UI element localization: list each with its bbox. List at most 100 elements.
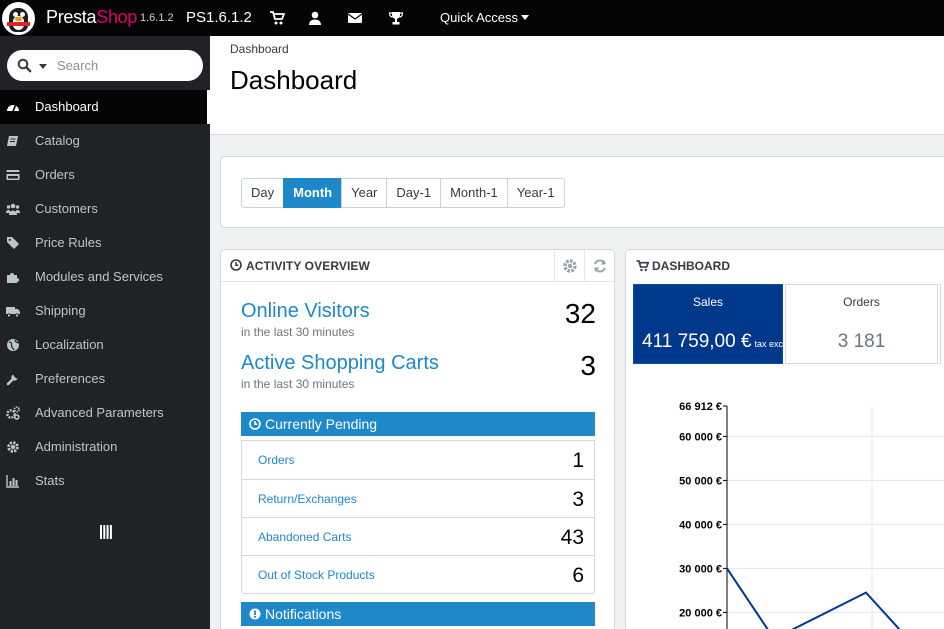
period-prev-month-button[interactable]: Month-1	[440, 178, 508, 208]
period-year-button[interactable]: Year	[341, 178, 388, 208]
activity-overview-panel: ACTIVITY OVERVIEW Online Visitors in the…	[220, 249, 615, 629]
sidebar-item-label: Price Rules	[35, 235, 102, 250]
sidebar-item-shipping[interactable]: Shipping	[0, 294, 210, 328]
panel-title: ACTIVITY OVERVIEW	[246, 259, 370, 273]
sidebar-item-label: Advanced Parameters	[35, 405, 164, 420]
cogs-icon	[6, 406, 20, 420]
y-tick-label: 20 000 €	[679, 607, 722, 619]
sidebar-item-label: Preferences	[35, 371, 106, 386]
panel-header: ACTIVITY OVERVIEW	[221, 250, 614, 282]
shop-name-link[interactable]: PS1.6.1.2	[186, 9, 252, 26]
sidebar-item-localization[interactable]: Localization	[0, 328, 210, 362]
kpi-label: Sales	[692, 295, 724, 309]
configure-button[interactable]	[554, 250, 584, 282]
pending-label[interactable]: Abandoned Carts	[258, 530, 351, 544]
kpi-value: 3 181	[837, 331, 886, 352]
sales-series-line[interactable]	[726, 567, 908, 629]
pending-value: 6	[572, 564, 584, 587]
quick-access-dropdown[interactable]: Quick Access	[440, 10, 530, 25]
panel-tools	[554, 250, 614, 282]
bar-chart-icon	[6, 475, 19, 488]
sidebar-item-modules[interactable]: Modules and Services	[0, 260, 210, 294]
globe-icon	[7, 339, 20, 351]
list-item[interactable]: Abandoned Carts 43	[242, 517, 594, 555]
sales-line-chart: 66 912 € 60 000 € 50 000 € 40 000 € 30 000 €…	[679, 401, 944, 629]
collapse-menu-icon[interactable]	[100, 525, 112, 539]
cart-icon	[636, 260, 649, 272]
sidebar-item-orders[interactable]: Orders	[0, 158, 210, 192]
sidebar-item-catalog[interactable]: Catalog	[0, 124, 210, 158]
sidebar-item-label: Localization	[35, 337, 104, 352]
sidebar-item-administration[interactable]: Administration	[0, 430, 210, 464]
panel-title: DASHBOARD	[652, 259, 730, 273]
sidebar-item-label: Modules and Services	[35, 269, 163, 284]
trophy-icon[interactable]	[388, 10, 404, 26]
sidebar-nav: Dashboard Catalog Orders Customers Price…	[0, 90, 210, 498]
metric-value: 32	[564, 298, 596, 329]
period-prev-day-button[interactable]: Day-1	[386, 178, 442, 208]
dashboard-panel: DASHBOARD Sales 411 759,00 € tax exc Orde…	[625, 249, 944, 629]
period-filter-panel: Day Month Year Day-1 Month-1 Year-1	[220, 156, 944, 228]
sidebar-item-label: Catalog	[35, 133, 80, 148]
brand-name[interactable]: PrestaShop	[46, 7, 137, 28]
active-carts-metric: Active Shopping Carts in the last 30 min…	[241, 350, 596, 391]
y-tick-label: 60 000 €	[679, 431, 722, 443]
metric-label[interactable]: Online Visitors	[241, 300, 596, 323]
user-icon[interactable]	[307, 10, 323, 26]
online-visitors-metric: Online Visitors in the last 30 minutes 3…	[241, 298, 596, 339]
sidebar-item-label: Dashboard	[35, 99, 99, 114]
pending-label[interactable]: Return/Exchanges	[258, 492, 357, 506]
y-tick-label: 30 000 €	[679, 563, 722, 575]
sidebar-item-price-rules[interactable]: Price Rules	[0, 226, 210, 260]
sidebar-item-label: Customers	[35, 201, 98, 216]
period-button-group: Day Month Year Day-1 Month-1 Year-1	[241, 178, 565, 208]
sidebar-item-stats[interactable]: Stats	[0, 464, 210, 498]
period-prev-year-button[interactable]: Year-1	[506, 178, 565, 208]
y-tick-label: 50 000 €	[679, 475, 722, 487]
sidebar-item-label: Administration	[35, 439, 118, 454]
prestashop-logo[interactable]	[2, 2, 35, 35]
kpi-label: Orders	[843, 295, 880, 309]
cog-icon	[7, 441, 19, 453]
metric-subtitle: in the last 30 minutes	[241, 377, 355, 391]
list-item[interactable]: Return/Exchanges 3	[242, 479, 594, 517]
search-type-caret-icon[interactable]	[39, 64, 47, 69]
refresh-icon	[594, 259, 606, 273]
metric-label[interactable]: Active Shopping Carts	[241, 352, 596, 375]
dashboard-icon	[7, 105, 19, 112]
search-input[interactable]	[57, 56, 197, 75]
tags-icon	[7, 237, 19, 249]
puzzle-icon	[7, 273, 19, 283]
section-title: Currently Pending	[265, 416, 378, 432]
sidebar-item-label: Orders	[35, 167, 75, 182]
search-icon[interactable]	[17, 58, 32, 73]
top-bar: PrestaShop 1.6.1.2 PS1.6.1.2 Quick Acces…	[0, 0, 944, 36]
next-kpi-tile[interactable]	[940, 284, 944, 364]
sidebar-item-label: Stats	[35, 473, 65, 488]
pending-label[interactable]: Out of Stock Products	[258, 568, 375, 582]
envelope-icon[interactable]	[347, 10, 363, 26]
sidebar-item-dashboard[interactable]: Dashboard	[0, 90, 210, 124]
clock-icon	[230, 259, 242, 271]
period-day-button[interactable]: Day	[241, 178, 285, 208]
refresh-button[interactable]	[584, 250, 614, 282]
sidebar: Dashboard Catalog Orders Customers Price…	[0, 36, 210, 629]
pending-value: 1	[572, 449, 584, 472]
credit-card-icon	[6, 170, 20, 180]
users-icon	[6, 203, 20, 215]
pending-label[interactable]: Orders	[258, 453, 295, 467]
y-tick-label: 66 912 €	[679, 401, 722, 413]
sidebar-item-preferences[interactable]: Preferences	[0, 362, 210, 396]
page-header: Dashboard Dashboard	[210, 36, 944, 135]
period-month-button[interactable]: Month	[283, 178, 343, 208]
breadcrumb[interactable]: Dashboard	[230, 42, 289, 56]
orders-kpi-tile[interactable]: Orders 3 181	[785, 284, 938, 364]
sales-kpi-tile[interactable]: Sales 411 759,00 € tax exc	[633, 284, 783, 364]
sidebar-item-advanced-parameters[interactable]: Advanced Parameters	[0, 396, 210, 430]
sidebar-item-customers[interactable]: Customers	[0, 192, 210, 226]
cart-icon[interactable]	[269, 10, 285, 26]
kpi-value: 411 759,00 € tax exc	[642, 331, 784, 352]
list-item[interactable]: Orders 1	[242, 441, 594, 479]
list-item[interactable]: Out of Stock Products 6	[242, 555, 594, 593]
exclamation-circle-icon	[249, 608, 261, 620]
